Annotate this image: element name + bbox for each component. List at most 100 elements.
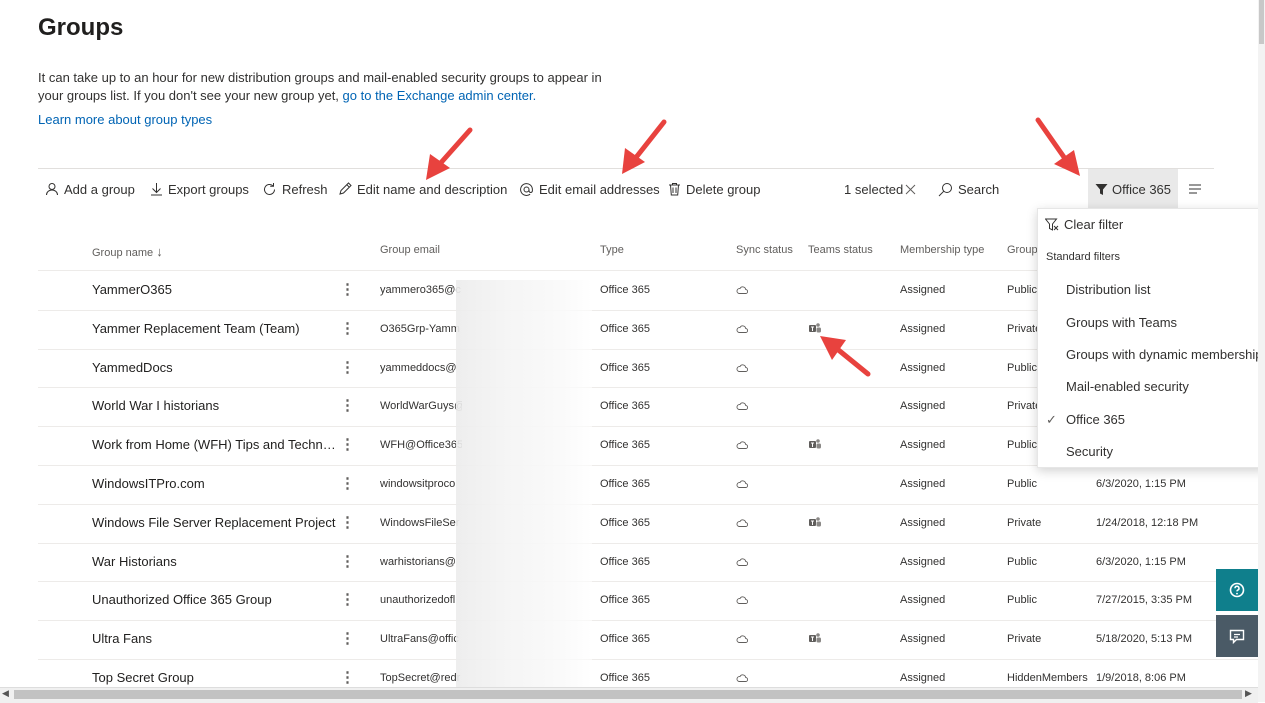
group-email-cell: WindowsFileSer bbox=[380, 516, 460, 529]
refresh-button[interactable]: Refresh bbox=[262, 169, 328, 209]
privacy-cell: Public bbox=[1007, 555, 1037, 568]
group-email-cell: O365Grp-Yamm bbox=[380, 322, 460, 335]
membership-type-cell: Assigned bbox=[900, 361, 946, 374]
help-button[interactable] bbox=[1216, 569, 1258, 611]
teams-icon bbox=[808, 620, 824, 658]
type-cell: Office 365 bbox=[600, 594, 650, 607]
more-actions-icon[interactable]: ⋮ bbox=[340, 620, 354, 658]
filter-item-dynamic-membership[interactable]: Groups with dynamic membership bbox=[1066, 347, 1263, 362]
table-row[interactable]: Unauthorized Office 365 Group ⋮ unauthoriz… bbox=[38, 581, 1258, 622]
more-actions-icon[interactable]: ⋮ bbox=[340, 349, 354, 387]
header-membership-type[interactable]: Membership type bbox=[900, 244, 984, 256]
group-name-cell[interactable]: Unauthorized Office 365 Group bbox=[92, 581, 336, 619]
clear-selection-button[interactable] bbox=[905, 169, 921, 209]
table-row[interactable]: War Historians ⋮ warhistorians@ Office 365 A… bbox=[38, 543, 1258, 583]
membership-type-cell: Assigned bbox=[900, 400, 946, 413]
scroll-left-icon[interactable]: ◀ bbox=[2, 688, 9, 699]
group-name-cell[interactable]: War Historians bbox=[92, 543, 336, 581]
scroll-right-icon[interactable]: ▶ bbox=[1245, 688, 1252, 699]
date-cell: 1/24/2018, 12:18 PM bbox=[1096, 516, 1199, 529]
delete-group-button[interactable]: Delete group bbox=[668, 169, 760, 209]
cloud-icon bbox=[736, 349, 752, 387]
more-actions-icon[interactable]: ⋮ bbox=[340, 426, 354, 464]
filter-item-distribution-list[interactable]: Distribution list bbox=[1066, 282, 1151, 297]
intro-text: It can take up to an hour for new distri… bbox=[38, 69, 618, 105]
privacy-cell: Public bbox=[1007, 361, 1037, 374]
type-cell: Office 365 bbox=[600, 400, 650, 413]
more-actions-icon[interactable]: ⋮ bbox=[340, 310, 354, 348]
view-options-button[interactable] bbox=[1188, 169, 1207, 209]
header-group-name[interactable]: Group name ↓ bbox=[92, 244, 163, 259]
feedback-button[interactable] bbox=[1216, 615, 1258, 657]
export-groups-button[interactable]: Export groups bbox=[150, 169, 249, 209]
group-name-cell[interactable]: Yammer Replacement Team (Team) bbox=[92, 310, 336, 348]
command-bar: Add a group Export groups Refresh Edit n… bbox=[38, 168, 1214, 209]
filter-item-groups-with-teams[interactable]: Groups with Teams bbox=[1066, 315, 1177, 330]
type-cell: Office 365 bbox=[600, 439, 650, 452]
more-actions-icon[interactable]: ⋮ bbox=[340, 543, 354, 581]
header-sync-status[interactable]: Sync status bbox=[736, 244, 793, 256]
group-name-cell[interactable]: WindowsITPro.com bbox=[92, 465, 336, 503]
table-row[interactable]: WindowsITPro.com ⋮ windowsitproco Office 36… bbox=[38, 465, 1258, 505]
more-actions-icon[interactable]: ⋮ bbox=[340, 581, 354, 619]
pencil-icon bbox=[339, 182, 352, 195]
header-privacy[interactable]: Group bbox=[1007, 244, 1038, 256]
exchange-admin-link[interactable]: go to the Exchange admin center. bbox=[343, 88, 537, 103]
edit-email-label: Edit email addresses bbox=[539, 181, 660, 197]
header-group-email[interactable]: Group email bbox=[380, 244, 440, 256]
cloud-icon bbox=[736, 465, 752, 503]
help-icon bbox=[1229, 582, 1245, 598]
type-cell: Office 365 bbox=[600, 555, 650, 568]
selection-count: 1 selected bbox=[844, 169, 903, 209]
learn-more-link[interactable]: Learn more about group types bbox=[38, 112, 212, 127]
membership-type-cell: Assigned bbox=[900, 478, 946, 490]
group-email-cell: windowsitproco bbox=[380, 478, 456, 490]
more-actions-icon[interactable]: ⋮ bbox=[340, 504, 354, 542]
add-group-button[interactable]: Add a group bbox=[45, 169, 135, 209]
table-row[interactable]: Windows File Server Replacement Project ⋮… bbox=[38, 504, 1258, 544]
cloud-icon bbox=[736, 504, 752, 542]
clear-filter-item[interactable]: Clear filter bbox=[1044, 217, 1123, 232]
type-cell: Office 365 bbox=[600, 361, 650, 374]
cloud-icon bbox=[736, 271, 752, 309]
trash-icon bbox=[669, 183, 680, 196]
vertical-scrollbar[interactable] bbox=[1258, 0, 1265, 702]
horizontal-scrollbar[interactable]: ◀ ▶ bbox=[0, 687, 1258, 703]
group-name-cell[interactable]: YammedDocs bbox=[92, 349, 336, 387]
filter-item-office-365[interactable]: Office 365 bbox=[1066, 412, 1125, 427]
filter-button[interactable]: Office 365 bbox=[1088, 169, 1178, 209]
edit-name-label: Edit name and description bbox=[357, 181, 508, 197]
selected-count-label: 1 selected bbox=[844, 181, 904, 197]
more-actions-icon[interactable]: ⋮ bbox=[340, 271, 354, 309]
group-email-cell: yammero365@c bbox=[380, 284, 461, 296]
type-cell: Office 365 bbox=[600, 478, 650, 490]
membership-type-cell: Assigned bbox=[900, 594, 946, 607]
more-actions-icon[interactable]: ⋮ bbox=[340, 387, 354, 425]
type-cell: Office 365 bbox=[600, 322, 650, 335]
header-teams-status[interactable]: Teams status bbox=[808, 244, 873, 256]
more-actions-icon[interactable]: ⋮ bbox=[340, 465, 354, 503]
teams-icon bbox=[808, 426, 824, 464]
filter-item-security[interactable]: Security bbox=[1066, 444, 1113, 459]
group-name-cell[interactable]: World War I historians bbox=[92, 387, 336, 425]
search-button[interactable]: Search bbox=[938, 169, 999, 209]
teams-icon bbox=[808, 310, 824, 348]
header-type[interactable]: Type bbox=[600, 244, 624, 256]
edit-email-button[interactable]: Edit email addresses bbox=[519, 169, 660, 209]
group-email-cell: unauthorizedofl bbox=[380, 594, 456, 607]
funnel-icon bbox=[1095, 183, 1108, 195]
download-icon bbox=[151, 183, 162, 196]
table-row[interactable]: Ultra Fans ⋮ UltraFans@offic Office 365 Assi… bbox=[38, 620, 1258, 660]
group-name-cell[interactable]: Ultra Fans bbox=[92, 620, 336, 658]
edit-name-button[interactable]: Edit name and description bbox=[338, 169, 507, 209]
vertical-scroll-thumb[interactable] bbox=[1259, 0, 1264, 44]
horizontal-scroll-thumb[interactable] bbox=[14, 690, 1242, 699]
filter-item-mail-enabled-security[interactable]: Mail-enabled security bbox=[1066, 379, 1189, 394]
group-name-cell[interactable]: Windows File Server Replacement Project bbox=[92, 504, 336, 542]
group-name-cell[interactable]: YammerO365 bbox=[92, 271, 336, 309]
membership-type-cell: Assigned bbox=[900, 284, 946, 296]
date-cell: 6/3/2020, 1:15 PM bbox=[1096, 478, 1186, 490]
privacy-cell: Public bbox=[1007, 439, 1037, 452]
date-cell: 5/18/2020, 5:13 PM bbox=[1096, 633, 1193, 646]
group-name-cell[interactable]: Work from Home (WFH) Tips and Techni... bbox=[92, 426, 336, 464]
